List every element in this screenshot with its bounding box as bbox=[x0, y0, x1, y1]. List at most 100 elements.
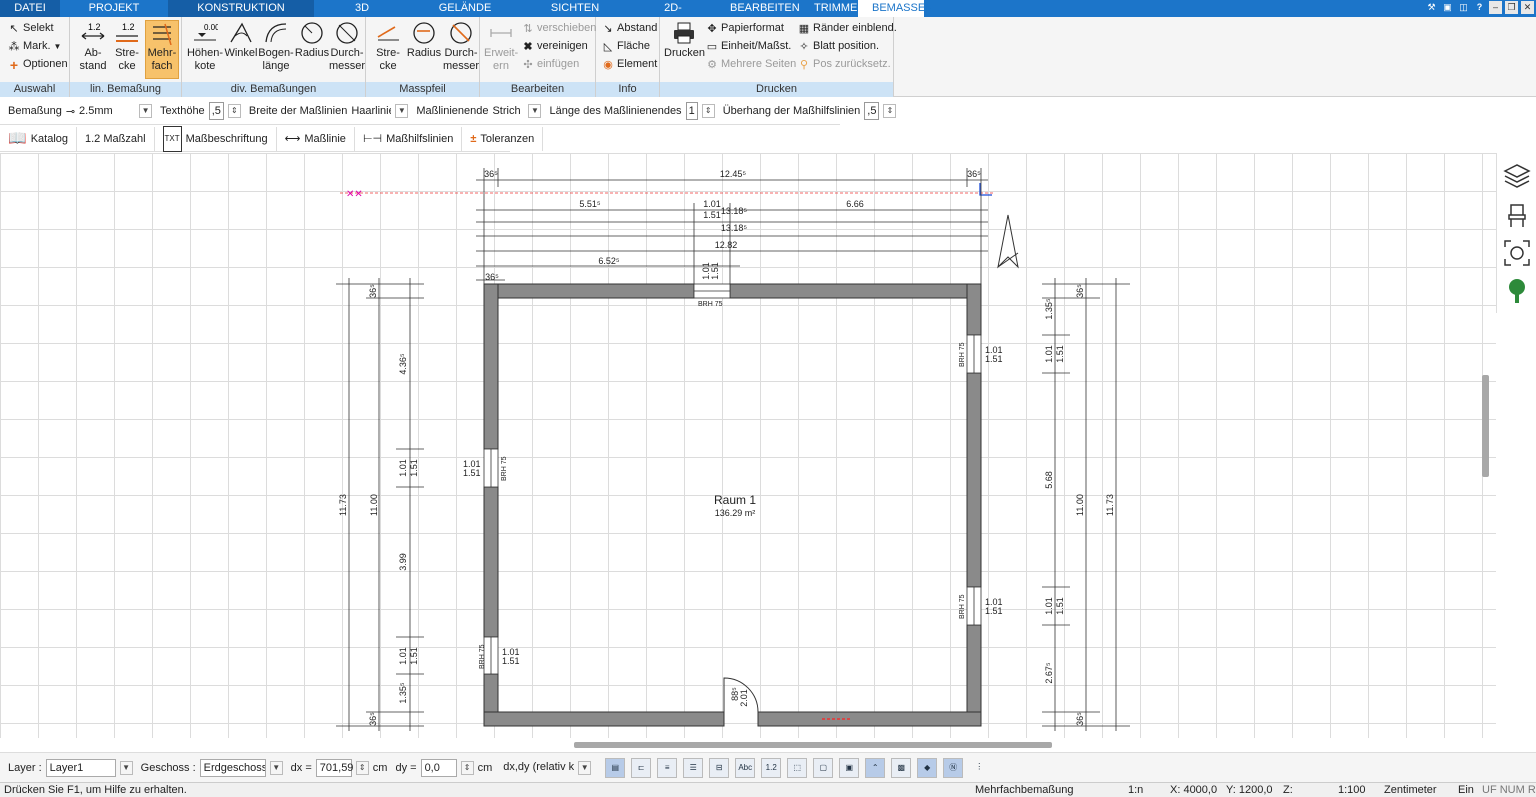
minimize-button[interactable]: – bbox=[1489, 1, 1502, 14]
dimension-value-icon[interactable]: 1.2 bbox=[761, 757, 782, 778]
tree-icon[interactable] bbox=[1503, 277, 1531, 305]
masspfeil-radius-button[interactable]: Radius bbox=[406, 21, 442, 60]
tab-2d-elemente[interactable]: 2D-ELEMENTE bbox=[630, 0, 716, 31]
vereinigen-button[interactable]: ✖ vereinigen bbox=[522, 38, 587, 55]
bemassung-dropdown[interactable]: ▼ bbox=[139, 104, 153, 118]
element-button[interactable]: ◉ Element bbox=[602, 56, 657, 73]
coord-mode-dropdown[interactable]: ▼ bbox=[578, 760, 592, 775]
vertical-scrollbar[interactable] bbox=[1482, 375, 1489, 477]
blatt-position-button[interactable]: ✧ Blatt position. bbox=[798, 38, 879, 55]
hoehenkote-button[interactable]: 0.00 Höhen-kote bbox=[186, 21, 224, 73]
drawing-canvas[interactable]: ✕✕ 36⁵ 12.45⁵ 36⁵ 5.51⁵ 1.01 1.51 13.18⁵… bbox=[0, 153, 1496, 738]
mehrere-seiten-button[interactable]: ⚙ Mehrere Seiten bbox=[706, 56, 796, 73]
tab-massbeschriftung[interactable]: TXT Maßbeschriftung bbox=[155, 125, 277, 152]
papierformat-button[interactable]: ✥ Papierformat bbox=[706, 20, 784, 37]
masspfeil-strecke-button[interactable]: Stre-cke bbox=[370, 21, 406, 73]
dashed-lines-icon[interactable]: ☰ bbox=[683, 757, 704, 778]
laenge-input[interactable]: 1 bbox=[685, 102, 698, 120]
bottom-toolbar: Layer : Layer1 ▼ Geschoss : Erdgeschoss ▼ dx… bbox=[0, 752, 1536, 782]
tab-konstruktion[interactable]: KONSTRUKTION bbox=[168, 0, 314, 17]
dx-spinner[interactable]: ⇕ bbox=[355, 760, 369, 775]
tab-toleranzen[interactable]: ± Toleranzen bbox=[462, 126, 544, 151]
abstand-button[interactable]: 1.2 Ab-stand bbox=[76, 21, 110, 73]
texthoehe-spinner[interactable]: ⇕ bbox=[227, 104, 241, 118]
geschoss-select[interactable]: Erdgeschoss bbox=[199, 758, 266, 777]
verschieben-button[interactable]: ⇅ verschieben bbox=[522, 20, 596, 37]
close-button[interactable]: ✕ bbox=[1521, 1, 1534, 14]
texthoehe-input[interactable]: ,5 bbox=[208, 102, 224, 120]
restore-button[interactable]: ❐ bbox=[1505, 1, 1518, 14]
windows-icon[interactable]: ◫ bbox=[1457, 1, 1470, 14]
help-icon[interactable]: ? bbox=[1473, 1, 1486, 14]
tab-trimmen[interactable]: TRIMMEN bbox=[800, 0, 865, 17]
roof-icon[interactable]: ⌃ bbox=[865, 757, 886, 778]
breite-dropdown[interactable]: ▼ bbox=[395, 104, 409, 118]
pos-zuruecksetzen-button[interactable]: ⚲ Pos zurücksetz. bbox=[798, 56, 891, 73]
horizontal-scrollbar[interactable] bbox=[574, 742, 1052, 748]
tab-masszahl[interactable]: 1.2 Maßzahl bbox=[77, 126, 155, 151]
strecke-button[interactable]: 1.2 Stre-cke bbox=[110, 21, 144, 73]
stamp-icon[interactable]: ▣ bbox=[839, 757, 860, 778]
laenge-spinner[interactable]: ⇕ bbox=[701, 104, 715, 118]
durchmesser-button[interactable]: Durch-messer bbox=[328, 21, 366, 73]
flaeche-button[interactable]: ◺ Fläche bbox=[602, 38, 650, 55]
tools-icon[interactable]: ⚒ bbox=[1425, 1, 1438, 14]
panel-icon[interactable]: ▣ bbox=[1441, 1, 1454, 14]
tab-katalog[interactable]: 📖 Katalog bbox=[0, 126, 77, 151]
masspfeil-durchmesser-button[interactable]: Durch-messer bbox=[442, 21, 480, 73]
diamond-icon[interactable]: ◆ bbox=[917, 757, 938, 778]
dx-input[interactable]: 701,59 bbox=[315, 758, 353, 777]
ueberhang-input[interactable]: ,5 bbox=[864, 102, 880, 120]
raender-button[interactable]: ▦ Ränder einblend. bbox=[798, 20, 897, 37]
tab-masslinie[interactable]: ⟷ Maßlinie bbox=[277, 126, 355, 151]
geschoss-dropdown[interactable]: ▼ bbox=[269, 760, 283, 775]
stairs-icon[interactable]: ⊏ bbox=[631, 757, 652, 778]
texture-icon[interactable]: ▩ bbox=[891, 757, 912, 778]
erweitern-button[interactable]: Erweit-ern bbox=[484, 21, 518, 73]
drucken-button[interactable]: Drucken bbox=[664, 21, 705, 60]
dy-spinner[interactable]: ⇕ bbox=[460, 760, 474, 775]
lines-icon[interactable]: ≡ bbox=[657, 757, 678, 778]
einfuegen-button[interactable]: ✣ einfügen bbox=[522, 56, 579, 73]
radius-button[interactable]: Radius bbox=[294, 21, 330, 60]
layer-select[interactable]: Layer1 bbox=[45, 758, 116, 777]
optionen-button[interactable]: + Optionen bbox=[8, 56, 68, 73]
layers-icon[interactable] bbox=[1503, 161, 1531, 189]
focus-icon[interactable] bbox=[1503, 239, 1531, 267]
more-icon[interactable]: ⋮ bbox=[969, 758, 989, 778]
tab-masshilfslinien[interactable]: ⊢⊣ Maßhilfslinien bbox=[355, 126, 463, 151]
dim-left-9: 1.35⁵ bbox=[398, 682, 408, 704]
group-title-drucken: Drucken bbox=[660, 82, 893, 97]
dy-input[interactable]: 0,0 bbox=[420, 758, 457, 777]
bogenlaenge-button[interactable]: Bogen-länge bbox=[258, 21, 294, 73]
distance-icon: ↘ bbox=[603, 22, 613, 35]
tab-projekt[interactable]: PROJEKT bbox=[60, 0, 168, 17]
einheit-button[interactable]: ▭ Einheit/Maßst. bbox=[706, 38, 792, 55]
dimension-icon[interactable]: ⊟ bbox=[709, 757, 730, 778]
mehrfach-button[interactable]: Mehr-fach bbox=[145, 20, 179, 79]
ende-dropdown[interactable]: ▼ bbox=[528, 104, 542, 118]
group-div-bemassungen: 0.00 Höhen-kote Winkel Bogen-länge Radiu… bbox=[182, 17, 366, 97]
layer-dropdown[interactable]: ▼ bbox=[119, 760, 133, 775]
tab-3d[interactable]: 3D bbox=[314, 0, 410, 17]
coord-mode-select[interactable]: dx,dy (relativ ka bbox=[500, 759, 574, 777]
papierformat-label: Papierformat bbox=[721, 22, 784, 34]
tab-sichten[interactable]: SICHTEN bbox=[520, 0, 630, 17]
winkel-button[interactable]: Winkel bbox=[224, 21, 258, 60]
ueberhang-spinner[interactable]: ⇕ bbox=[883, 104, 897, 118]
tab-datei[interactable]: DATEI bbox=[0, 0, 60, 17]
north-icon[interactable]: Ⓝ bbox=[943, 757, 964, 778]
tab-bemassen[interactable]: BEMASSEN bbox=[858, 0, 933, 17]
select-frame-icon[interactable]: ▢ bbox=[813, 757, 834, 778]
text-abc-icon[interactable]: Abc bbox=[735, 757, 756, 778]
frame-icon[interactable]: ⬚ bbox=[787, 757, 808, 778]
tab-gelaende[interactable]: GELÄNDE bbox=[410, 0, 520, 17]
hatch-icon[interactable]: ▤ bbox=[605, 757, 626, 778]
selekt-button[interactable]: ↖ Selekt bbox=[8, 20, 53, 37]
tab-bearbeiten[interactable]: BEARBEITEN bbox=[716, 0, 800, 17]
door-label-1: 2.01 bbox=[739, 689, 749, 707]
abstand-info-button[interactable]: ↘ Abstand bbox=[602, 20, 657, 37]
chair-icon[interactable] bbox=[1503, 201, 1531, 229]
laenge-label: Länge des Maßlinienendes bbox=[549, 105, 682, 117]
mark-button[interactable]: ⁂ Mark. ▼ bbox=[8, 38, 62, 55]
